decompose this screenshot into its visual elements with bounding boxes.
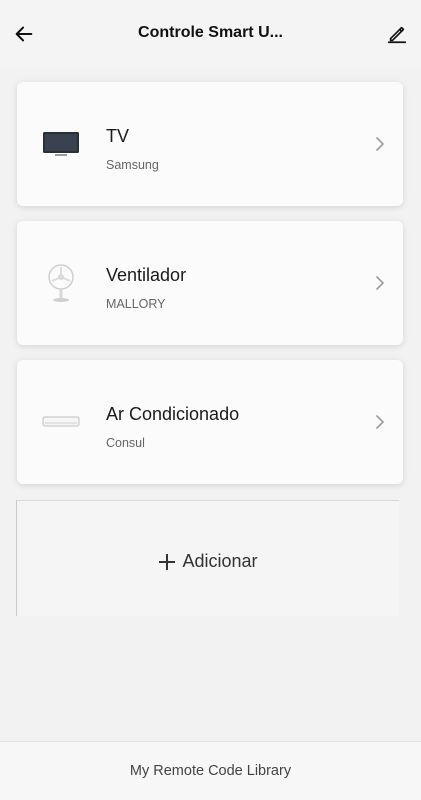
air-conditioner-icon [42,416,80,427]
chevron-right-icon [376,276,384,290]
app-header: Controle Smart U... [0,0,421,68]
remote-code-library-link[interactable]: My Remote Code Library [130,763,291,779]
device-brand: Consul [106,436,145,450]
edit-button[interactable] [383,20,411,48]
device-card-air-conditioner[interactable]: Ar Condicionado Consul [17,360,403,484]
chevron-right-icon [376,415,384,429]
device-thumbnail [41,124,81,164]
device-brand: Samsung [106,158,159,172]
device-card-tv[interactable]: TV Samsung [17,82,403,206]
footer-bar: My Remote Code Library [0,741,421,800]
device-name: Ar Condicionado [106,404,240,424]
pencil-icon [387,26,407,44]
device-name: TV [106,126,130,146]
device-thumbnail [41,263,81,303]
add-device-button[interactable]: Adicionar [16,500,399,616]
device-brand: MALLORY [106,297,166,311]
device-name: Ventilador [106,265,187,285]
tv-icon [43,132,79,156]
add-device-label: Adicionar [182,551,258,571]
device-thumbnail [41,402,81,442]
plus-icon [159,553,176,570]
chevron-right-icon [376,137,384,151]
fan-icon [48,264,74,302]
back-button[interactable] [10,20,38,48]
device-card-fan[interactable]: Ventilador MALLORY [17,221,403,345]
page-title: Controle Smart U... [138,24,283,41]
arrow-left-icon [15,26,33,42]
